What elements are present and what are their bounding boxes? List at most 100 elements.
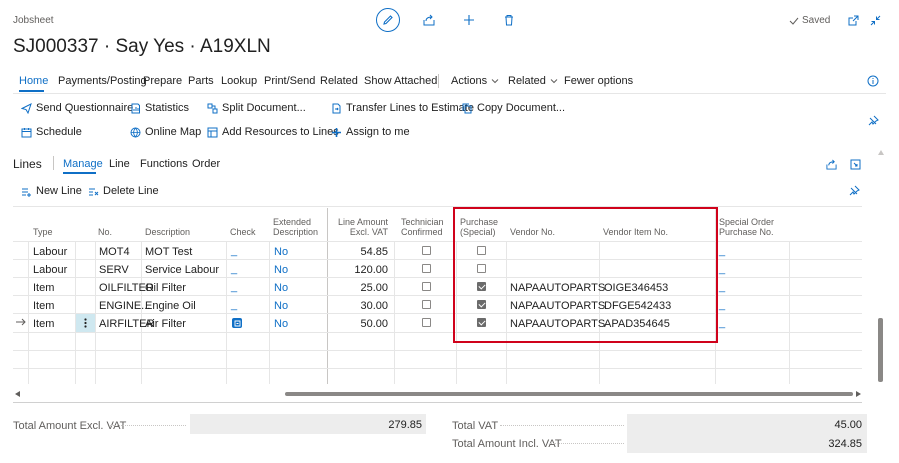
tab-manage[interactable]: Manage (63, 158, 103, 170)
table-cell-extended[interactable]: No (274, 282, 288, 294)
send-questionnaire-button[interactable]: Send Questionnaire (21, 102, 133, 114)
scroll-left-arrow-icon[interactable] (15, 391, 21, 397)
table-cell-check[interactable]: _ (231, 299, 237, 311)
col-extended-description[interactable]: Extended Description (273, 217, 323, 237)
row-menu-button[interactable] (76, 314, 95, 332)
edit-icon[interactable] (376, 8, 400, 32)
nav-actions-menu[interactable]: Actions (451, 75, 499, 87)
copy-document-button[interactable]: Copy Document... (462, 102, 565, 114)
share-lines-icon[interactable] (824, 157, 838, 171)
table-cell-check[interactable]: _ (231, 281, 237, 293)
table-cell-check[interactable]: _ (231, 245, 237, 257)
online-map-button[interactable]: Online Map (130, 126, 201, 138)
col-description[interactable]: Description (145, 227, 190, 237)
nav-lookup[interactable]: Lookup (221, 75, 257, 87)
table-cell-no[interactable]: MOT4 (99, 246, 130, 258)
statistics-button[interactable]: Statistics (130, 102, 189, 114)
current-row-arrow-icon (16, 318, 26, 326)
info-icon[interactable] (866, 74, 880, 88)
tab-functions[interactable]: Functions (140, 158, 188, 170)
table-cell-type[interactable]: Labour (33, 246, 67, 258)
table-cell-special-order[interactable]: _ (719, 299, 725, 311)
fewer-options-button[interactable]: Fewer options (564, 75, 633, 87)
expand-lines-icon[interactable] (848, 157, 862, 171)
nav-payments-posting[interactable]: Payments/Posting (58, 75, 147, 87)
pin-lines-icon[interactable] (847, 184, 861, 198)
table-cell-amount[interactable]: 25.00 (334, 282, 388, 294)
scroll-right-arrow-icon[interactable] (856, 391, 862, 397)
table-cell-extended[interactable]: No (274, 318, 288, 330)
pin-icon[interactable] (866, 114, 880, 128)
table-cell-no[interactable]: SERV (99, 264, 129, 276)
share-icon[interactable] (421, 12, 437, 28)
col-type[interactable]: Type (33, 227, 53, 237)
table-cell-type[interactable]: Labour (33, 264, 67, 276)
table-cell-amount[interactable]: 120.00 (334, 264, 388, 276)
table-cell-description[interactable]: Air Filter (145, 318, 186, 330)
split-document-button[interactable]: Split Document... (207, 102, 306, 114)
nav-related[interactable]: Related (320, 75, 358, 87)
open-new-window-icon[interactable] (846, 13, 860, 27)
lines-divider (53, 156, 54, 170)
table-cell-amount[interactable]: 50.00 (334, 318, 388, 330)
technician-confirmed-checkbox[interactable] (422, 264, 431, 273)
table-cell-type[interactable]: Item (33, 300, 54, 312)
nav-show-attached[interactable]: Show Attached (364, 75, 437, 87)
tab-order[interactable]: Order (192, 158, 220, 170)
table-cell-extended[interactable]: No (274, 264, 288, 276)
table-cell-type[interactable]: Item (33, 318, 54, 330)
delete-line-button[interactable]: Delete Line (88, 185, 159, 197)
technician-confirmed-checkbox[interactable] (422, 300, 431, 309)
table-cell-special-order[interactable]: _ (719, 245, 725, 257)
technician-confirmed-checkbox[interactable] (422, 318, 431, 327)
add-resources-button[interactable]: Add Resources to Lines (207, 126, 339, 138)
breadcrumb: Jobsheet (13, 15, 54, 26)
table-cell-special-order[interactable]: _ (719, 263, 725, 275)
transfer-icon (332, 103, 341, 113)
add-resources-icon (207, 127, 218, 137)
table-cell-amount[interactable]: 30.00 (334, 300, 388, 312)
nav-prepare[interactable]: Prepare (143, 75, 182, 87)
delete-icon[interactable] (501, 12, 517, 28)
total-vat-label: Total VAT (452, 420, 499, 432)
technician-confirmed-checkbox[interactable] (422, 282, 431, 291)
transfer-lines-button[interactable]: Transfer Lines to Estimate (331, 102, 474, 114)
total-excl-label: Total Amount Excl. VAT (13, 420, 127, 432)
table-cell-description[interactable]: Service Labour (145, 264, 219, 276)
tab-line[interactable]: Line (109, 158, 130, 170)
table-cell-extended[interactable]: No (274, 246, 288, 258)
table-cell-no[interactable]: ENGINE... (99, 300, 150, 312)
nav-divider (438, 74, 439, 88)
nav-print-send[interactable]: Print/Send (264, 75, 315, 87)
chevron-down-icon (491, 79, 499, 84)
table-cell-description[interactable]: MOT Test (145, 246, 192, 258)
table-cell-description[interactable]: Engine Oil (145, 300, 196, 312)
check-lookup-icon[interactable] (232, 318, 242, 328)
col-line-amount[interactable]: Line Amount Excl. VAT (334, 217, 388, 237)
col-no[interactable]: No. (98, 227, 112, 237)
total-incl-value: 324.85 (828, 438, 862, 450)
table-cell-special-order[interactable]: _ (719, 281, 725, 293)
table-cell-type[interactable]: Item (33, 282, 54, 294)
col-special-order[interactable]: Special Order Purchase No. (719, 217, 779, 237)
assign-to-me-button[interactable]: Assign to me (331, 126, 410, 138)
table-cell-special-order[interactable]: _ (719, 317, 725, 329)
table-cell-amount[interactable]: 54.85 (334, 246, 388, 258)
scroll-up-arrow-icon[interactable] (878, 150, 884, 156)
table-cell-check[interactable]: _ (231, 263, 237, 275)
nav-related-menu[interactable]: Related (508, 75, 558, 87)
nav-parts[interactable]: Parts (188, 75, 214, 87)
col-technician-confirmed[interactable]: Technician Confirmed (401, 217, 444, 237)
new-line-button[interactable]: New Line (21, 185, 82, 197)
new-line-icon (22, 188, 31, 197)
schedule-button[interactable]: Schedule (21, 126, 82, 138)
technician-confirmed-checkbox[interactable] (422, 246, 431, 255)
vertical-scrollbar[interactable] (878, 318, 883, 382)
col-check[interactable]: Check (230, 227, 256, 237)
table-cell-description[interactable]: Oil Filter (145, 282, 186, 294)
collapse-icon[interactable] (868, 13, 882, 27)
add-icon[interactable] (461, 12, 477, 28)
nav-home[interactable]: Home (19, 75, 48, 87)
table-cell-extended[interactable]: No (274, 300, 288, 312)
horizontal-scrollbar[interactable] (285, 392, 853, 396)
